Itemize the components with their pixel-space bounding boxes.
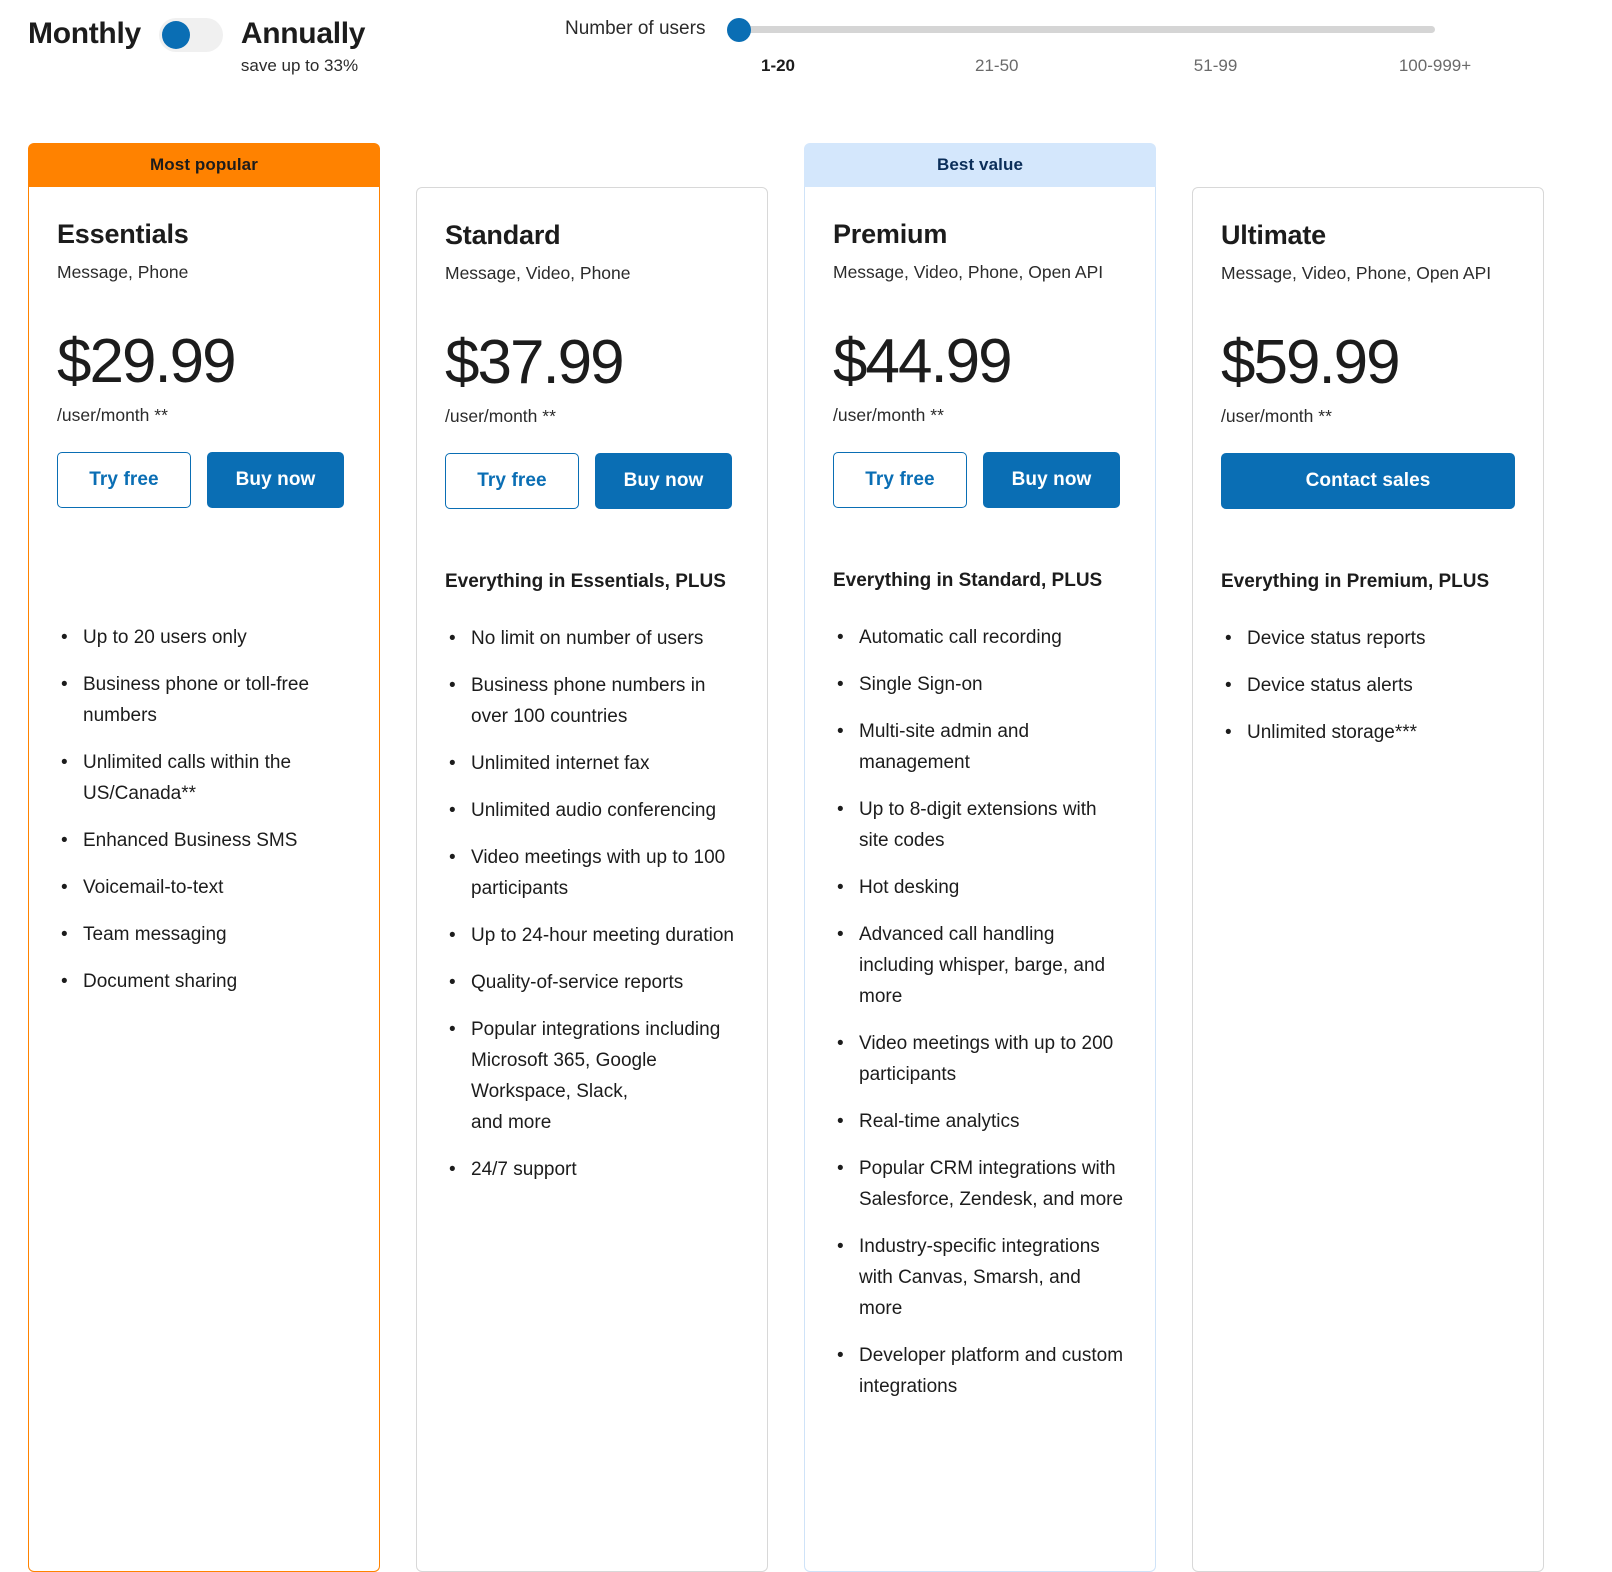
feature-item: Video meetings with up to 100 participan… (445, 842, 739, 904)
pricing-card-essentials: Most popular Essentials Message, Phone $… (28, 143, 380, 1572)
feature-item: Business phone numbers in over 100 count… (445, 670, 739, 732)
plan-price-unit: /user/month ** (1221, 406, 1332, 426)
plan-plus-heading: Everything in Premium, PLUS (1221, 571, 1490, 592)
pricing-card-standard: Standard Message, Video, Phone $37.99 /u… (416, 143, 768, 1572)
badge-none-ultimate (1192, 143, 1544, 187)
feature-item: Unlimited calls within the US/Canada** (57, 747, 351, 809)
feature-item: Device status alerts (1221, 670, 1515, 701)
feature-item: Popular integrations including Microsoft… (445, 1014, 739, 1138)
try-free-button[interactable]: Try free (445, 453, 579, 509)
pricing-cards-container: Most popular Essentials Message, Phone $… (0, 110, 1612, 1572)
slider-tick-labels: 1-20 21-50 51-99 100-999+ (761, 56, 1471, 80)
plan-plus-heading: Everything in Standard, PLUS (833, 570, 1103, 591)
feature-item: Unlimited internet fax (445, 748, 739, 779)
feature-item: Quality-of-service reports (445, 967, 739, 998)
badge-best-value: Best value (804, 143, 1156, 187)
badge-most-popular: Most popular (28, 143, 380, 187)
billing-annual-label[interactable]: Annually (241, 17, 366, 50)
feature-item: Video meetings with up to 200 participan… (833, 1028, 1127, 1090)
badge-none-standard (416, 143, 768, 187)
feature-item: Voicemail-to-text (57, 872, 351, 903)
plan-plus-heading: Everything in Essentials, PLUS (445, 571, 726, 592)
plan-price-unit: /user/month ** (57, 405, 168, 425)
feature-item: Popular CRM integrations with Salesforce… (833, 1153, 1127, 1215)
slider-track[interactable] (727, 25, 1435, 33)
switch-knob (161, 21, 190, 49)
try-free-button[interactable]: Try free (833, 452, 967, 508)
plan-name: Premium (833, 219, 948, 249)
feature-item: Team messaging (57, 919, 351, 950)
plan-subtitle: Message, Video, Phone, Open API (833, 262, 1104, 282)
card-body-ultimate: Ultimate Message, Video, Phone, Open API… (1192, 187, 1544, 1572)
plan-subtitle: Message, Phone (57, 262, 189, 282)
plan-name: Standard (445, 220, 561, 250)
feature-item: Up to 20 users only (57, 622, 351, 653)
slider-thumb[interactable] (727, 18, 752, 42)
feature-item: Business phone or toll-free numbers (57, 669, 351, 731)
card-body-premium: Premium Message, Video, Phone, Open API … (804, 187, 1156, 1572)
plan-subtitle: Message, Video, Phone (445, 263, 631, 283)
plan-name: Ultimate (1221, 220, 1326, 250)
contact-sales-button[interactable]: Contact sales (1221, 453, 1515, 509)
slider-track-wrap[interactable] (727, 18, 1435, 42)
billing-period-switch[interactable] (158, 18, 223, 52)
feature-item: Up to 8-digit extensions with site codes (833, 794, 1127, 856)
feature-list-ultimate: Device status reports Device status aler… (1221, 623, 1515, 748)
billing-monthly-label[interactable]: Monthly (28, 12, 141, 56)
plan-name: Essentials (57, 219, 189, 249)
plan-price: $37.99 (445, 328, 625, 397)
try-free-button[interactable]: Try free (57, 452, 191, 508)
card-body-essentials: Essentials Message, Phone $29.99 /user/m… (28, 187, 380, 1572)
plan-cta-row: Try free Buy now (445, 453, 739, 509)
feature-item: Unlimited storage*** (1221, 717, 1515, 748)
card-body-standard: Standard Message, Video, Phone $37.99 /u… (416, 187, 768, 1572)
plan-price-unit: /user/month ** (445, 406, 556, 426)
feature-list-essentials: Up to 20 users only Business phone or to… (57, 622, 351, 997)
feature-list-premium: Automatic call recording Single Sign-on … (833, 622, 1127, 1402)
feature-list-standard: No limit on number of users Business pho… (445, 623, 739, 1185)
plan-price: $59.99 (1221, 328, 1401, 397)
feature-item: Up to 24-hour meeting duration (445, 920, 739, 951)
feature-item: 24/7 support (445, 1154, 739, 1185)
feature-item: Developer platform and custom integratio… (833, 1340, 1127, 1402)
billing-annual-group: Annually save up to 33% (241, 12, 366, 75)
plan-cta-row: Try free Buy now (833, 452, 1127, 508)
buy-now-button[interactable]: Buy now (595, 453, 732, 509)
plan-subtitle: Message, Video, Phone, Open API (1221, 263, 1492, 283)
slider-tick-21-50[interactable]: 21-50 (975, 56, 1018, 76)
feature-item: Automatic call recording (833, 622, 1127, 653)
plan-price: $29.99 (57, 327, 237, 396)
plan-price-unit: /user/month ** (833, 405, 944, 425)
feature-item: Document sharing (57, 966, 351, 997)
feature-item: Real-time analytics (833, 1106, 1127, 1137)
slider-tick-100-999[interactable]: 100-999+ (1399, 56, 1471, 76)
feature-item: Enhanced Business SMS (57, 825, 351, 856)
feature-item: No limit on number of users (445, 623, 739, 654)
pricing-controls-bar: Monthly Annually save up to 33% Number o… (0, 0, 1612, 110)
plan-cta-row: Contact sales (1221, 453, 1515, 509)
number-of-users-slider-group: Number of users 1-20 21-50 51-99 100-999… (565, 18, 1471, 80)
pricing-card-premium: Best value Premium Message, Video, Phone… (804, 143, 1156, 1572)
feature-item: Hot desking (833, 872, 1127, 903)
slider-row: Number of users (565, 18, 1435, 42)
plan-price: $44.99 (833, 327, 1013, 396)
billing-period-toggle-group: Monthly Annually save up to 33% (28, 12, 366, 75)
feature-item: Multi-site admin and management (833, 716, 1127, 778)
buy-now-button[interactable]: Buy now (207, 452, 344, 508)
annual-savings-note: save up to 33% (240, 56, 359, 75)
number-of-users-label: Number of users (565, 18, 706, 39)
feature-item: Advanced call handling including whisper… (833, 919, 1127, 1012)
plan-cta-row: Try free Buy now (57, 452, 351, 508)
buy-now-button[interactable]: Buy now (983, 452, 1120, 508)
feature-item: Device status reports (1221, 623, 1515, 654)
slider-tick-51-99[interactable]: 51-99 (1194, 56, 1237, 76)
feature-item: Single Sign-on (833, 669, 1127, 700)
slider-tick-1-20[interactable]: 1-20 (761, 56, 795, 76)
pricing-card-ultimate: Ultimate Message, Video, Phone, Open API… (1192, 143, 1544, 1572)
feature-item: Industry-specific integrations with Canv… (833, 1231, 1127, 1324)
feature-item: Unlimited audio conferencing (445, 795, 739, 826)
